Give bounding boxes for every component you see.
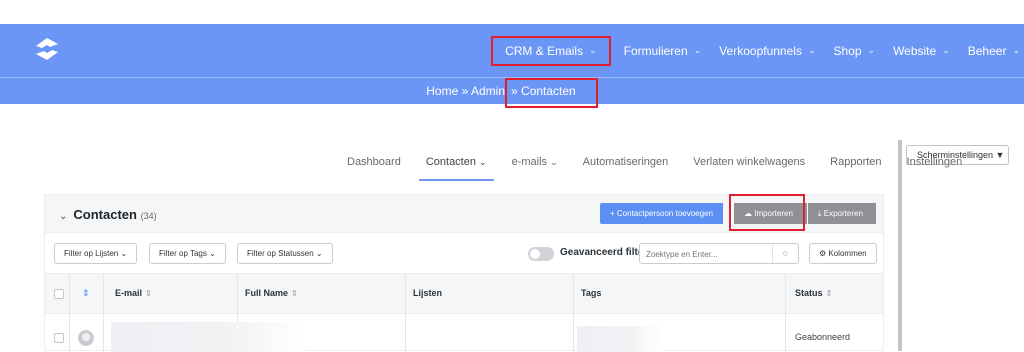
menu-item-crm-emails[interactable]: CRM & Emails ⌄ [491,35,611,66]
status-badge: Geabonneerd [795,332,851,342]
breadcrumb-admin[interactable]: Admin [471,84,505,98]
breadcrumb-separator: » [511,84,518,98]
tab-label: Verlaten winkelwagens [693,156,806,168]
filter-bar: Filter op Lijsten ⌄ Filter op Tags ⌄ Fil… [44,233,884,273]
tab-label: Rapporten [830,156,882,168]
breadcrumb-home[interactable]: Home [426,84,458,98]
columns-button[interactable]: ⚙ Kolommen [809,243,877,264]
sub-navigation-tabs: Dashboard Contacten ⌄ e-mails ⌄ Automati… [340,148,980,181]
panel-title[interactable]: ⌄ Contacten (34) [59,207,157,222]
menu-item-label: Verkoopfunnels [719,43,802,58]
tags-cell-redacted [577,326,663,352]
column-divider [405,274,406,352]
chevron-down-icon: ⌄ [479,157,487,167]
column-header-label: E-mail [115,288,143,298]
column-header-lists: Lijsten [413,288,443,298]
column-header-label: Full Name [245,288,289,298]
chevron-down-icon: ⌄ [693,45,702,55]
menu-item-label: CRM & Emails [505,43,584,58]
sort-icon: ⇕ [145,289,152,298]
tab-rapporten[interactable]: Rapporten [823,148,888,181]
menu-item-shop[interactable]: Shop ⌄ [824,24,884,77]
main-navbar: CRM & Emails ⌄ Formulieren ⌄ Verkoopfunnel… [0,24,1024,77]
chevron-down-icon: ⌄ [550,157,558,167]
tab-label: e-mails [511,156,548,168]
tab-label: Automatiseringen [582,156,669,168]
breadcrumb-current: Contacten [521,84,576,98]
column-divider [69,274,70,352]
menu-item-website[interactable]: Website ⌄ [884,24,959,77]
breadcrumb-separator: » [461,84,469,98]
menu-item-label: Beheer [967,43,1007,58]
search-icon[interactable]: ○ [772,244,798,263]
logo-icon[interactable] [30,34,64,64]
filter-statuses-dropdown[interactable]: Filter op Statussen ⌄ [237,243,333,264]
chevron-down-icon: ⌄ [942,45,950,55]
tab-label: Contacten [425,156,476,168]
tab-instellingen[interactable]: Instellingen [900,148,970,181]
tab-dashboard[interactable]: Dashboard [340,148,408,181]
column-header-full-name[interactable]: Full Name ⇕ [245,288,298,298]
breadcrumb: Home » Admin» Contacten [0,77,1024,108]
sort-icon[interactable]: ⇕ [82,288,90,299]
contact-count: (34) [140,211,157,221]
advanced-filter-label: Geavanceerd filter [560,247,648,258]
search-box: ○ [639,243,799,264]
chevron-down-icon: ⌄ [59,211,68,222]
tab-verlaten-winkelwagens[interactable]: Verlaten winkelwagens [686,148,812,181]
chevron-down-icon: ⌄ [867,45,876,55]
advanced-filter-toggle[interactable] [528,247,554,261]
panel-title-label: Contacten [73,207,137,222]
sort-icon: ⇕ [291,289,298,298]
top-strip [0,0,1024,24]
filter-tags-dropdown[interactable]: Filter op Tags ⌄ [149,243,226,264]
table-header: ⇕ E-mail ⇕ Full Name ⇕ Lijsten Tags Status… [45,274,883,314]
filter-lists-dropdown[interactable]: Filter op Lijsten ⌄ [54,243,138,264]
column-header-label: Status [795,288,823,298]
menu-item-verkoopfunnels[interactable]: Verkoopfunnels ⌄ [710,24,824,77]
column-divider [573,274,574,352]
search-input[interactable] [640,245,768,264]
tab-emails[interactable]: e-mails ⌄ [505,148,565,181]
chevron-down-icon: ⌄ [589,45,597,55]
tab-label: Dashboard [347,156,401,168]
menu-item-beheer[interactable]: Beheer ⌄ [959,24,1024,77]
chevron-down-icon: ⌄ [807,45,816,55]
column-header-status[interactable]: Status ⇕ [795,288,832,298]
add-contact-button[interactable]: + Contactpersoon toevoegen [600,203,723,224]
tab-automatiseringen[interactable]: Automatiseringen [576,148,676,181]
chevron-down-icon: ⌄ [1012,45,1020,55]
column-divider [785,274,786,352]
menu-item-label: Shop [833,43,862,58]
import-highlight-box [729,194,805,231]
tab-contacten[interactable]: Contacten ⌄ [418,148,494,181]
breadcrumb-current-highlight: » Contacten [505,78,598,108]
main-menu: CRM & Emails ⌄ Formulieren ⌄ Verkoopfunnel… [491,24,1024,77]
column-header-email[interactable]: E-mail ⇕ [115,288,152,298]
export-button[interactable]: ⤓ Exporteren [808,203,876,224]
menu-item-label: Formulieren [623,43,688,58]
avatar [78,330,94,346]
column-divider [103,274,104,352]
column-header-tags: Tags [581,288,602,298]
tab-label: Instellingen [906,156,963,168]
sort-icon: ⇕ [825,289,833,298]
menu-item-label: Website [893,43,937,58]
row-checkbox[interactable] [54,333,64,343]
menu-item-formulieren[interactable]: Formulieren ⌄ [615,24,711,77]
contacts-table: ⇕ E-mail ⇕ Full Name ⇕ Lijsten Tags Status… [44,273,884,352]
email-cell-redacted [111,322,305,352]
select-all-checkbox[interactable] [54,289,64,299]
